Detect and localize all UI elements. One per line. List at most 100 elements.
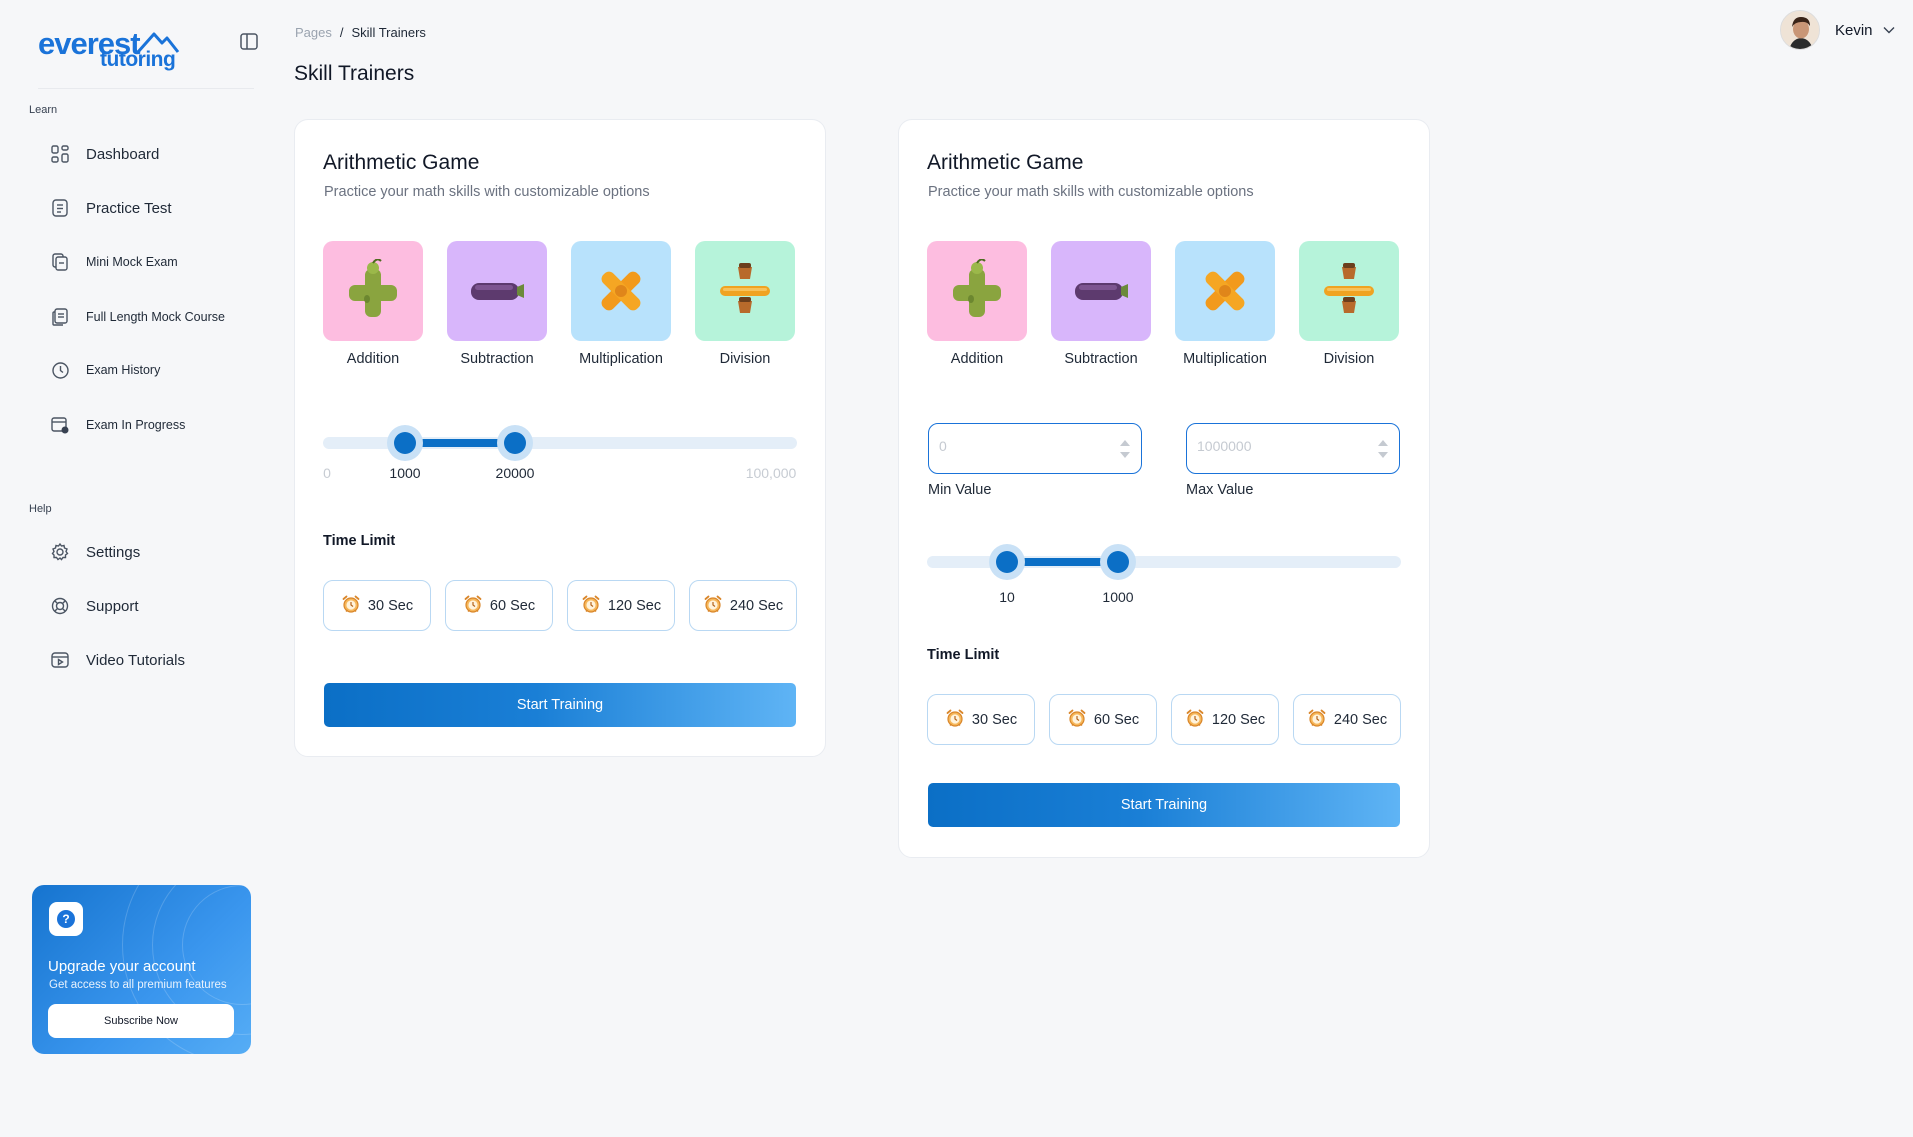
time-option-240-sec[interactable]: 240 Sec — [1293, 694, 1401, 745]
operation-division[interactable]: Division — [1299, 241, 1399, 367]
gear-icon — [50, 542, 70, 562]
operation-options: Addition Subtraction Multiplication Divi… — [927, 241, 1399, 367]
alarm-clock-icon — [1185, 708, 1205, 732]
alarm-clock-icon — [581, 594, 601, 618]
time-option-label: 240 Sec — [729, 597, 784, 614]
sidebar-item-exam-in-progress[interactable]: Exam In Progress — [50, 415, 185, 435]
breadcrumb-pages[interactable]: Pages — [295, 25, 332, 40]
breadcrumb-separator: / — [339, 25, 344, 40]
time-option-30-sec[interactable]: 30 Sec — [323, 580, 431, 631]
operation-addition[interactable]: Addition — [927, 241, 1027, 367]
sidebar-toggle-icon[interactable] — [240, 33, 258, 50]
operation-multiplication[interactable]: Multiplication — [1175, 241, 1275, 367]
alarm-clock-icon — [341, 594, 361, 618]
sidebar-item-mini-mock-exam[interactable]: Mini Mock Exam — [50, 252, 178, 272]
division-icon — [1324, 263, 1374, 313]
range-slider-high-thumb[interactable] — [497, 425, 533, 461]
upgrade-card: ? Upgrade your account Get access to all… — [32, 885, 251, 1054]
user-menu[interactable]: Kevin — [1780, 10, 1895, 50]
sidebar-item-label: Support — [86, 597, 139, 615]
alarm-clock-icon — [1067, 708, 1087, 732]
chevron-down-icon — [1883, 21, 1895, 39]
notes-icon — [50, 307, 70, 327]
calendar-progress-icon — [50, 415, 70, 435]
page-title: Skill Trainers — [294, 62, 415, 85]
range-slider-low-thumb[interactable] — [387, 425, 423, 461]
sidebar-item-label: Practice Test — [86, 199, 172, 217]
time-option-240-sec[interactable]: 240 Sec — [689, 580, 797, 631]
time-option-120-sec[interactable]: 120 Sec — [1171, 694, 1279, 745]
mountain-icon — [136, 32, 180, 53]
section-label-help: Help — [29, 503, 52, 515]
upgrade-title: Upgrade your account — [48, 958, 196, 975]
card-title: Arithmetic Game — [323, 151, 480, 174]
card-subtitle: Practice your math skills with customiza… — [928, 184, 1254, 200]
time-option-label: 60 Sec — [1093, 711, 1140, 728]
range-max-label: 100,000 — [745, 465, 797, 481]
range-slider[interactable] — [927, 544, 1401, 580]
operation-label: Addition — [346, 351, 400, 367]
time-option-label: 120 Sec — [607, 597, 662, 614]
number-spinner-icon[interactable] — [1119, 437, 1131, 461]
time-option-120-sec[interactable]: 120 Sec — [567, 580, 675, 631]
user-name: Kevin — [1835, 21, 1873, 39]
sidebar-item-label: Mini Mock Exam — [86, 255, 178, 269]
arithmetic-game-card-1: Arithmetic Game Practice your math skill… — [294, 119, 826, 757]
multiplication-tile — [1175, 241, 1275, 341]
sidebar-item-settings[interactable]: Settings — [50, 542, 140, 562]
start-training-button[interactable]: Start Training — [928, 783, 1400, 827]
operation-label: Division — [719, 351, 771, 367]
operation-subtraction[interactable]: Subtraction — [1051, 241, 1151, 367]
subtraction-icon — [1075, 283, 1128, 300]
document-icon — [50, 198, 70, 218]
time-option-label: 60 Sec — [489, 597, 536, 614]
time-option-30-sec[interactable]: 30 Sec — [927, 694, 1035, 745]
lifebuoy-icon — [50, 596, 70, 616]
sidebar-item-practice-test[interactable]: Practice Test — [50, 198, 172, 218]
range-slider-high-thumb[interactable] — [1100, 544, 1136, 580]
min-value-field[interactable] — [928, 423, 1142, 474]
alarm-clock-icon — [703, 594, 723, 618]
max-value-field[interactable] — [1186, 423, 1400, 474]
operation-subtraction[interactable]: Subtraction — [447, 241, 547, 367]
sidebar-item-full-length-mock-course[interactable]: Full Length Mock Course — [50, 307, 225, 327]
time-option-label: 30 Sec — [971, 711, 1018, 728]
operation-division[interactable]: Division — [695, 241, 795, 367]
addition-icon — [349, 259, 397, 317]
sidebar-item-label: Full Length Mock Course — [86, 310, 225, 324]
range-slider[interactable] — [323, 425, 797, 461]
operation-multiplication[interactable]: Multiplication — [571, 241, 671, 367]
multiplication-icon — [1205, 271, 1245, 311]
subtraction-tile — [1051, 241, 1151, 341]
number-spinner-icon[interactable] — [1377, 437, 1389, 461]
max-value-caption: Max Value — [1186, 482, 1254, 498]
division-tile — [1299, 241, 1399, 341]
everest-tutoring-logo[interactable]: everest tutoring — [38, 26, 180, 74]
sidebar-item-exam-history[interactable]: Exam History — [50, 360, 160, 380]
time-limit-options: 30 Sec 60 Sec 120 Sec 240 Sec — [927, 694, 1401, 745]
addition-tile — [927, 241, 1027, 341]
subtraction-icon — [471, 283, 524, 300]
time-option-60-sec[interactable]: 60 Sec — [445, 580, 553, 631]
sidebar-item-label: Dashboard — [86, 145, 160, 163]
sidebar-item-support[interactable]: Support — [50, 596, 139, 616]
start-training-button[interactable]: Start Training — [324, 683, 796, 727]
min-value-input[interactable] — [939, 438, 1099, 454]
multiplication-icon — [601, 271, 641, 311]
time-limit-label: Time Limit — [927, 647, 1000, 663]
clock-icon — [50, 360, 70, 380]
time-option-60-sec[interactable]: 60 Sec — [1049, 694, 1157, 745]
sidebar-item-video-tutorials[interactable]: Video Tutorials — [50, 650, 185, 670]
range-slider-low-thumb[interactable] — [989, 544, 1025, 580]
operation-addition[interactable]: Addition — [323, 241, 423, 367]
sidebar-item-dashboard[interactable]: Dashboard — [50, 144, 159, 164]
sidebar-item-label: Video Tutorials — [86, 651, 185, 669]
division-tile — [695, 241, 795, 341]
range-high-value: 1000 — [1102, 589, 1134, 605]
max-value-input[interactable] — [1197, 438, 1357, 454]
subscribe-now-button[interactable]: Subscribe Now — [48, 1004, 234, 1038]
time-limit-options: 30 Sec 60 Sec 120 Sec 240 Sec — [323, 580, 797, 631]
copy-icon — [50, 252, 70, 272]
alarm-clock-icon — [463, 594, 483, 618]
multiplication-tile — [571, 241, 671, 341]
